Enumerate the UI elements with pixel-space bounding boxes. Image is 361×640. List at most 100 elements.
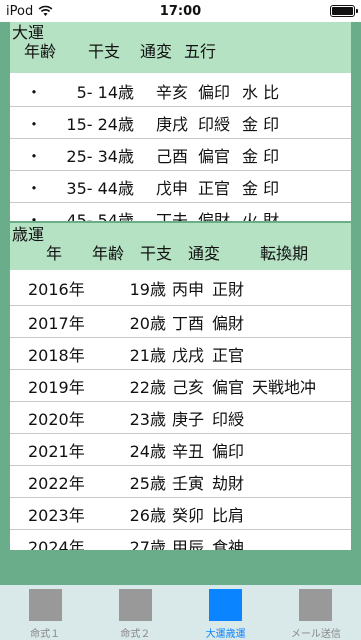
bullet: ・ — [26, 82, 43, 102]
daiun-row[interactable]: ・ 25- 34歳 己酉 偏官金 印 — [10, 139, 351, 171]
bullet: ・ — [26, 210, 43, 222]
col-gogyo: 五行 — [184, 42, 217, 61]
kanshi-cell: 丙申 — [172, 279, 205, 299]
saiun-row[interactable]: 2022年 25歳 壬寅 劫財 — [10, 466, 351, 498]
col-year: 年 — [46, 244, 63, 263]
col-tsuhen: 通変 — [140, 42, 173, 61]
saiun-row[interactable]: 2024年 27歳 甲辰 食神 — [10, 530, 351, 551]
tsuhen-cell: 偏官 — [212, 377, 245, 397]
col-age: 年齢 — [92, 244, 125, 263]
age-cell: 45- 54歳 — [66, 210, 134, 222]
saiun-columns: 年 年齢 干支 通変 転換期 — [10, 244, 351, 264]
tsuhen-cell: 比肩 — [212, 505, 245, 525]
tsuhen-cell: 印綬 — [198, 114, 231, 134]
kanshi-cell: 丁酉 — [172, 313, 205, 333]
tsuhen-cell: 偏印 — [198, 82, 231, 102]
daiun-saiun-tab-icon — [209, 589, 243, 621]
saiun-row[interactable]: 2017年 20歳 丁酉 偏財 — [10, 306, 351, 338]
saiun-header: 歳運 年 年齢 干支 通変 転換期 — [10, 223, 351, 270]
bullet: ・ — [26, 146, 43, 166]
tab-meishiki1[interactable]: 命式１ — [5, 585, 85, 640]
meishiki2-tab-icon — [118, 589, 152, 621]
saiun-row[interactable]: 2020年 23歳 庚子 印綬 — [10, 402, 351, 434]
kanshi-cell: 戊申 — [156, 178, 189, 198]
mail-tab-icon — [299, 589, 333, 621]
kanshi-cell: 己亥 — [172, 377, 205, 397]
year-cell: 2017年 — [28, 313, 85, 333]
tab-bar: 命式１ 命式２ 大運歳運 メール送信 — [0, 585, 361, 640]
age-cell: 35- 44歳 — [66, 178, 134, 198]
tsuhen-cell: 正官 — [198, 178, 231, 198]
kanshi-cell: 庚戌 — [156, 114, 189, 134]
tsuhen-cell: 印綬 — [212, 409, 245, 429]
year-cell: 2024年 — [28, 537, 85, 551]
tsuhen-cell: 偏財 — [198, 210, 231, 222]
gogyo-cell: 金 印 — [242, 114, 280, 134]
kanshi-cell: 戊戌 — [172, 345, 205, 365]
tab-label: 大運歳運 — [205, 629, 246, 640]
tenkan-cell: 天戦地冲 — [252, 377, 317, 397]
age-cell: 25歳 — [129, 473, 166, 493]
tab-label: メール送信 — [290, 629, 341, 640]
daiun-row[interactable]: ・ 5- 14歳 辛亥 偏印水 比 — [10, 75, 351, 107]
saiun-row[interactable]: 2018年 21歳 戊戌 正官 — [10, 338, 351, 370]
bullet: ・ — [26, 114, 43, 134]
year-cell: 2016年 — [28, 279, 85, 299]
battery-icon — [330, 5, 358, 17]
meishiki1-tab-icon — [28, 589, 62, 621]
daiun-row[interactable]: ・ 15- 24歳 庚戌 印綬金 印 — [10, 107, 351, 139]
carrier-label: iPod — [6, 3, 34, 19]
kanshi-cell: 丁未 — [156, 210, 189, 222]
kanshi-cell: 癸卯 — [172, 505, 205, 525]
age-cell: 21歳 — [129, 345, 166, 365]
gogyo-cell: 金 印 — [242, 178, 280, 198]
age-cell: 22歳 — [129, 377, 166, 397]
saiun-row[interactable]: 2023年 26歳 癸卯 比肩 — [10, 498, 351, 530]
kanshi-cell: 庚子 — [172, 409, 205, 429]
age-cell: 27歳 — [129, 537, 166, 551]
wifi-icon — [38, 5, 53, 16]
gogyo-cell: 水 比 — [242, 82, 280, 102]
daiun-list[interactable]: ・ 5- 14歳 辛亥 偏印水 比 ・ 15- 24歳 庚戌 印綬金 印 ・ 25- 34歳 己… — [10, 73, 351, 221]
year-cell: 2023年 — [28, 505, 85, 525]
bullet: ・ — [26, 178, 43, 198]
tsuhen-cell: 偏印 — [212, 441, 245, 461]
daiun-row[interactable]: ・ 45- 54歳 丁未 偏財火 財 — [10, 203, 351, 222]
gogyo-cell: 金 印 — [242, 146, 280, 166]
tab-mail[interactable]: メール送信 — [276, 585, 356, 640]
daiun-title: 大運 — [12, 23, 45, 42]
tsuhen-cell: 劫財 — [212, 473, 245, 493]
age-cell: 20歳 — [129, 313, 166, 333]
saiun-row[interactable]: 2021年 24歳 辛丑 偏印 — [10, 434, 351, 466]
tsuhen-cell: 正財 — [212, 279, 245, 299]
saiun-title: 歳運 — [12, 225, 45, 244]
saiun-row[interactable]: 2016年 19歳 丙申 正財 — [10, 270, 351, 306]
col-tenkan: 転換期 — [260, 244, 309, 263]
daiun-header: 大運 年齢 干支 通変 五行 — [10, 22, 351, 73]
age-cell: 24歳 — [129, 441, 166, 461]
daiun-row[interactable]: ・ 35- 44歳 戊申 正官金 印 — [10, 171, 351, 203]
age-cell: 25- 34歳 — [66, 146, 134, 166]
status-time: 17:00 — [159, 3, 202, 19]
kanshi-cell: 壬寅 — [172, 473, 205, 493]
kanshi-cell: 辛亥 — [156, 82, 189, 102]
tsuhen-cell: 食神 — [212, 537, 245, 551]
daiun-columns: 年齢 干支 通変 五行 — [10, 42, 351, 62]
saiun-row[interactable]: 2019年 22歳 己亥 偏官 天戦地冲 — [10, 370, 351, 402]
saiun-list[interactable]: 2016年 19歳 丙申 正財 2017年 20歳 丁酉 偏財 2018年 21歳 戊戌 正官 2… — [10, 270, 351, 550]
gogyo-cell: 火 財 — [242, 210, 280, 222]
year-cell: 2022年 — [28, 473, 85, 493]
age-cell: 23歳 — [129, 409, 166, 429]
year-cell: 2020年 — [28, 409, 85, 429]
tab-meishiki2[interactable]: 命式２ — [95, 585, 175, 640]
kanshi-cell: 甲辰 — [172, 537, 205, 551]
tsuhen-cell: 偏財 — [212, 313, 245, 333]
col-age: 年齢 — [24, 42, 57, 61]
age-cell: 26歳 — [129, 505, 166, 525]
kanshi-cell: 辛丑 — [172, 441, 205, 461]
tab-daiun-saiun[interactable]: 大運歳運 — [186, 585, 266, 640]
status-bar: iPod 17:00 — [0, 0, 361, 22]
age-cell: 15- 24歳 — [66, 114, 134, 134]
kanshi-cell: 己酉 — [156, 146, 189, 166]
year-cell: 2019年 — [28, 377, 85, 397]
